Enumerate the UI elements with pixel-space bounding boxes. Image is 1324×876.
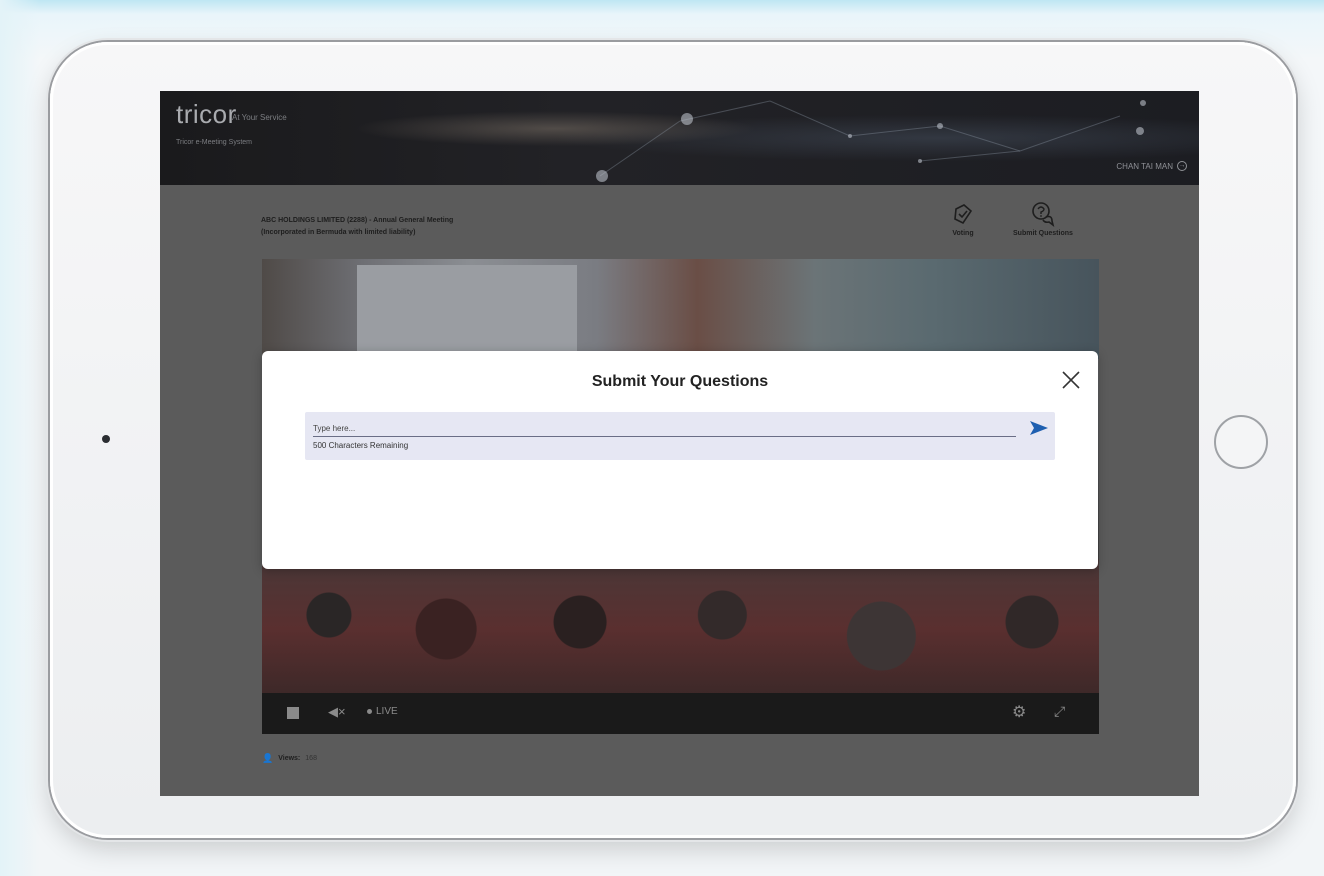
voting-icon: [954, 204, 973, 225]
world-map-graphic: [596, 100, 1146, 182]
views-counter: 👤 Views: 168: [262, 753, 317, 764]
characters-remaining: 500 Characters Remaining: [313, 441, 409, 450]
header-banner: tricor At Your Service Tricor e-Meeting …: [160, 91, 1199, 185]
video-presentation-board: [357, 265, 577, 351]
tablet-home-button: [1214, 415, 1268, 469]
views-label: Views:: [278, 755, 301, 762]
voting-label: Voting: [952, 230, 974, 237]
voting-button[interactable]: Voting: [950, 201, 976, 237]
tricor-logo: tricor: [176, 99, 237, 129]
meeting-title-line1: ABC HOLDINGS LIMITED (2288) - Annual Gen…: [261, 217, 454, 224]
user-logout[interactable]: CHAN TAI MAN →: [1116, 161, 1187, 171]
volume-mute-icon[interactable]: ◀×: [328, 704, 346, 720]
meeting-title: ABC HOLDINGS LIMITED (2288) - Annual Gen…: [261, 215, 661, 239]
user-name: CHAN TAI MAN: [1116, 161, 1173, 171]
live-label: LIVE: [376, 706, 398, 717]
logout-icon[interactable]: →: [1177, 161, 1187, 171]
person-icon: 👤: [262, 753, 274, 763]
modal-title: Submit Your Questions: [591, 373, 769, 390]
submit-questions-label: Submit Questions: [1013, 230, 1073, 237]
question-bubble-icon: [1032, 202, 1055, 227]
fullscreen-icon[interactable]: ⤢: [1054, 703, 1065, 720]
submit-questions-button[interactable]: Submit Questions: [1013, 201, 1073, 237]
send-button[interactable]: [1028, 419, 1050, 437]
stop-icon[interactable]: [287, 707, 299, 719]
meeting-title-line2: (Incorporated in Bermuda with limited li…: [261, 229, 416, 236]
page-backdrop: [0, 0, 40, 876]
app-screen: tricor At Your Service Tricor e-Meeting …: [160, 91, 1199, 796]
question-input[interactable]: [313, 421, 1016, 437]
live-dot-icon: [367, 709, 372, 714]
send-icon: [1030, 421, 1048, 435]
close-icon: [1062, 371, 1080, 389]
logo-tagline: At Your Service: [232, 113, 287, 122]
video-audience: [262, 559, 1099, 699]
system-name: Tricor e-Meeting System: [176, 139, 252, 146]
views-count: 168: [305, 755, 317, 762]
question-form: 500 Characters Remaining: [305, 412, 1055, 460]
tablet-camera: [102, 435, 110, 443]
live-indicator: LIVE: [367, 706, 398, 717]
player-controls: ◀× LIVE ⚙ ⤢: [262, 693, 1099, 734]
settings-gear-icon[interactable]: ⚙: [1012, 702, 1026, 722]
close-button[interactable]: [1060, 369, 1082, 391]
submit-questions-modal: Submit Your Questions 500 Characters Rem…: [262, 351, 1098, 569]
